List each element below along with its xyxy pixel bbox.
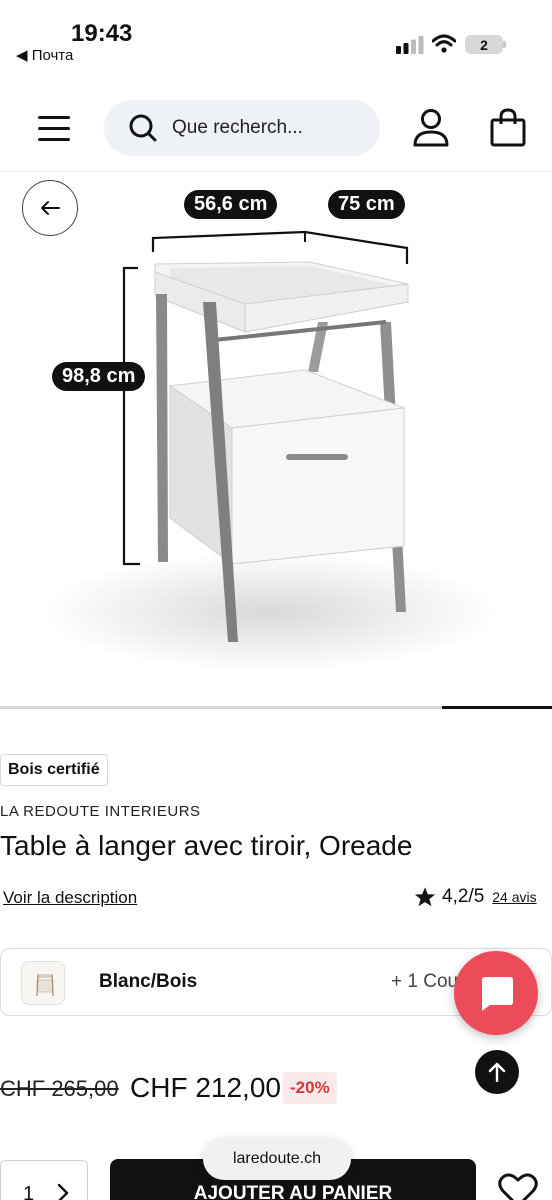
product-brand[interactable]: LA REDOUTE INTERIEURS [0, 803, 201, 820]
current-price: CHF 212,00 [130, 1072, 281, 1103]
wifi-icon [432, 34, 456, 53]
user-icon[interactable] [412, 108, 450, 148]
search-input[interactable] [172, 110, 362, 146]
back-to-app-link[interactable]: ◀ Почта [16, 46, 73, 64]
battery-indicator: 2 [465, 35, 503, 54]
back-button[interactable] [22, 180, 78, 236]
rating-value: 4,2/5 [442, 886, 485, 907]
scroll-to-top-button[interactable] [475, 1050, 519, 1094]
product-rating[interactable]: 4,2/5 24 avis [414, 886, 537, 908]
variant-thumbnail [21, 961, 65, 1005]
status-bar: 19:43 ◀ Почта 2 [0, 0, 552, 80]
chat-button[interactable] [454, 951, 538, 1035]
star-icon [414, 887, 436, 907]
description-link[interactable]: Voir la description [3, 888, 137, 908]
certified-wood-badge: Bois certifié [0, 754, 108, 786]
quantity-selector[interactable]: 1 [0, 1160, 88, 1200]
heart-icon[interactable] [498, 1172, 538, 1200]
dimension-depth-label: 75 cm [328, 190, 405, 219]
quantity-value: 1 [23, 1183, 35, 1200]
dimension-height-label: 98,8 cm [52, 362, 146, 391]
product-title: Table à langer avec tiroir, Oreade [0, 830, 413, 861]
site-header [0, 80, 552, 172]
variant-name: Blanc/Bois [99, 971, 198, 992]
chevron-right-icon[interactable] [53, 1183, 73, 1200]
dimension-width-label: 56,6 cm [184, 190, 278, 219]
old-price: CHF 265,00 [0, 1076, 119, 1101]
product-image [40, 230, 500, 672]
arrow-up-icon [488, 1062, 506, 1082]
menu-icon-line [38, 116, 70, 119]
menu-icon-line [38, 138, 70, 141]
gallery-progress-fill [442, 706, 552, 709]
product-page: 19:43 ◀ Почта 2 Que recherch... 56,6 cm … [0, 0, 552, 1200]
arrow-left-icon [41, 201, 60, 215]
battery-tip [503, 41, 506, 48]
variant-more-colors: + 1 Cou [391, 971, 459, 992]
discount-badge: -20% [283, 1072, 337, 1104]
variant-thumbnail-image [36, 974, 54, 997]
reviews-link[interactable]: 24 avis [492, 889, 536, 905]
search-bar[interactable] [104, 100, 380, 156]
product-gallery[interactable]: 56,6 cm 75 cm 98,8 cm [0, 172, 552, 708]
menu-icon-line [38, 127, 70, 130]
search-icon [129, 114, 157, 142]
status-time: 19:43 [71, 20, 133, 47]
bag-icon[interactable] [489, 108, 527, 148]
cellular-signal-icon [396, 36, 424, 54]
menu-button[interactable] [38, 116, 72, 142]
browser-url-pill[interactable]: laredoute.ch [203, 1138, 351, 1180]
chat-icon [482, 977, 513, 1011]
